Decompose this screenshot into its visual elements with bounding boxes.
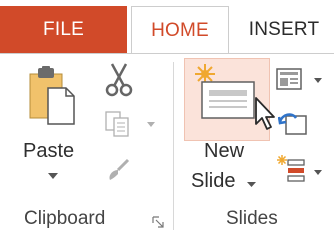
chevron-down-icon[interactable] [314, 170, 322, 175]
section-icon[interactable] [276, 154, 306, 184]
copy-icon[interactable] [104, 110, 134, 138]
mouse-pointer-icon [255, 97, 275, 130]
new-slide-label-line1[interactable]: New [204, 140, 244, 163]
ribbon-tab-bar: FILE HOME INSERT [0, 0, 334, 54]
ribbon-home-panel: Paste Clipboard New Slide Slides [0, 53, 334, 241]
chevron-down-icon [48, 173, 58, 179]
new-slide-dropdown[interactable]: Slide [191, 170, 267, 200]
clipboard-group-label: Clipboard [24, 208, 106, 229]
slides-group-label: Slides [226, 208, 278, 229]
clipboard-group: Paste Clipboard [0, 54, 173, 242]
new-slide-icon [195, 64, 255, 119]
paintbrush-icon[interactable] [106, 158, 130, 182]
paste-label: Paste [23, 140, 75, 162]
clipboard-paste-icon [29, 66, 75, 125]
tab-insert[interactable]: INSERT [234, 6, 334, 53]
tab-home[interactable]: HOME [131, 6, 229, 54]
layout-icon[interactable] [276, 68, 302, 90]
dialog-launcher-icon[interactable] [152, 216, 164, 228]
scissors-icon[interactable] [104, 62, 134, 98]
reset-icon[interactable] [278, 110, 308, 138]
chevron-down-icon[interactable] [147, 122, 155, 127]
chevron-down-icon[interactable] [314, 78, 322, 83]
tab-file[interactable]: FILE [0, 6, 127, 53]
new-slide-label-line2: Slide [191, 170, 236, 192]
paste-button[interactable]: Paste [18, 62, 88, 192]
chevron-down-icon [247, 182, 256, 187]
